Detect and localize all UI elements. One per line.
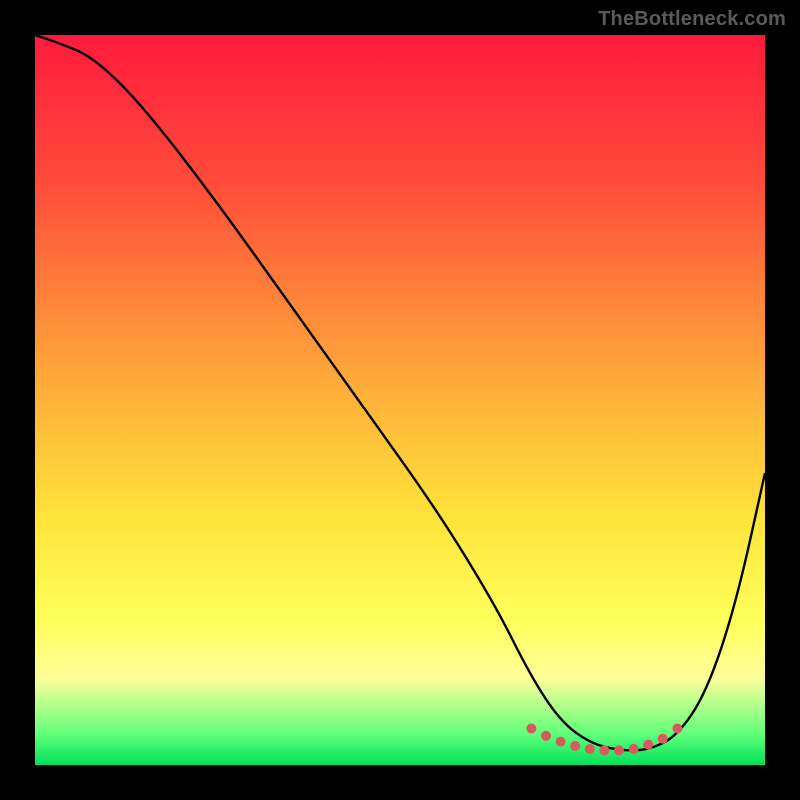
watermark-text: TheBottleneck.com (598, 8, 786, 31)
optimal-point (658, 734, 668, 744)
bottleneck-curve (35, 35, 765, 750)
chart-svg (35, 35, 765, 765)
optimal-point (570, 741, 580, 751)
optimal-point (629, 744, 639, 754)
optimal-point (556, 737, 566, 747)
plot-area (35, 35, 765, 765)
optimal-point (541, 731, 551, 741)
optimal-point (599, 745, 609, 755)
optimal-range-markers (526, 724, 682, 756)
optimal-point (614, 745, 624, 755)
optimal-point (585, 744, 595, 754)
optimal-point (526, 724, 536, 734)
chart-frame: TheBottleneck.com (0, 0, 800, 800)
optimal-point (643, 740, 653, 750)
optimal-point (672, 724, 682, 734)
